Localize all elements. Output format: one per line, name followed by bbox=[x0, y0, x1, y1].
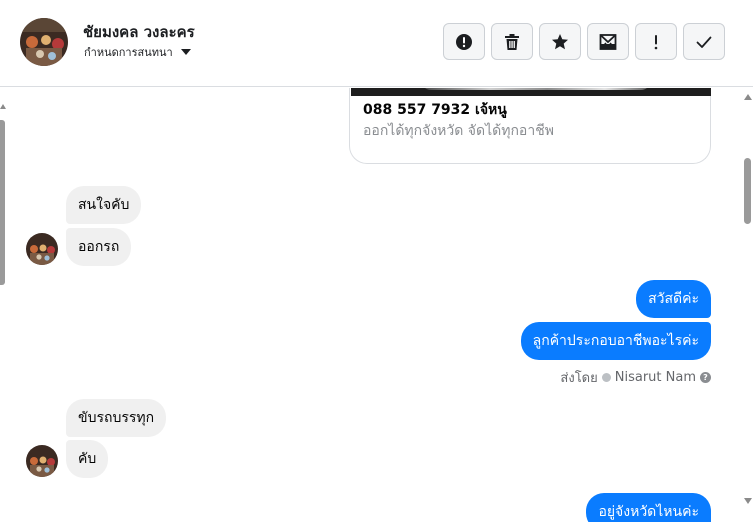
contact-avatar-small bbox=[26, 233, 58, 265]
verified-icon bbox=[601, 373, 611, 382]
exclamation-icon bbox=[654, 34, 658, 49]
outgoing-message[interactable]: อยู่จังหวัดไหนค่ะ bbox=[586, 493, 711, 522]
conversation-schedule-dropdown[interactable]: กำหนดการสนทนา bbox=[84, 43, 191, 61]
mark-unread-button[interactable] bbox=[587, 23, 629, 60]
delete-button[interactable] bbox=[491, 23, 533, 60]
shared-post-image bbox=[351, 88, 711, 96]
message-thread[interactable]: 088 557 7932 เจ้หนู ออกได้ทุกจังหวัด จัด… bbox=[0, 88, 753, 522]
shared-post-card[interactable]: 088 557 7932 เจ้หนู ออกได้ทุกจังหวัด จัด… bbox=[349, 88, 711, 164]
sent-by-label: ส่งโดย bbox=[560, 371, 598, 386]
incoming-message[interactable]: สนใจคับ bbox=[66, 186, 142, 224]
sent-by-name: Nisarut Nam bbox=[614, 370, 696, 385]
mark-unread-icon bbox=[599, 33, 617, 50]
star-icon bbox=[552, 33, 568, 49]
star-button[interactable] bbox=[539, 23, 581, 60]
conversation-window: ชัยมงคล วงละคร กำหนดการสนทนา 088 557 793… bbox=[0, 0, 753, 522]
report-button[interactable] bbox=[635, 23, 677, 60]
scroll-up-arrow-icon[interactable] bbox=[744, 94, 752, 100]
thread-scrollbar[interactable] bbox=[743, 88, 753, 522]
conversation-header: ชัยมงคล วงละคร กำหนดการสนทนา bbox=[0, 0, 753, 87]
outgoing-message[interactable]: ลูกค้าประกอบอาชีพอะไรค่ะ bbox=[520, 322, 711, 360]
shared-post-description: ออกได้ทุกจังหวัด จัดได้ทุกอาชีพ bbox=[363, 123, 554, 139]
mark-spam-button[interactable] bbox=[443, 23, 485, 60]
alert-circle-icon bbox=[456, 33, 472, 50]
caret-down-icon bbox=[180, 49, 191, 55]
mark-done-button[interactable] bbox=[683, 23, 725, 60]
outgoing-message[interactable]: สวัสดีค่ะ bbox=[636, 280, 711, 318]
scroll-down-arrow-icon[interactable] bbox=[744, 498, 752, 504]
contact-avatar[interactable] bbox=[20, 18, 68, 66]
scrollbar-thumb[interactable] bbox=[744, 158, 751, 224]
check-icon bbox=[696, 36, 712, 48]
shared-post-title: 088 557 7932 เจ้หนู bbox=[363, 102, 507, 118]
header-actions bbox=[443, 23, 725, 60]
scroll-up-arrow-icon[interactable] bbox=[0, 104, 6, 109]
conversation-schedule-label: กำหนดการสนทนา bbox=[84, 46, 173, 59]
contact-avatar-small bbox=[26, 445, 58, 477]
incoming-message[interactable]: คับ bbox=[66, 440, 109, 478]
incoming-message[interactable]: ขับรถบรรทุก bbox=[66, 399, 167, 437]
incoming-message[interactable]: ออกรถ bbox=[66, 228, 132, 266]
trash-icon bbox=[505, 33, 519, 50]
side-scrollbar[interactable] bbox=[0, 100, 6, 285]
contact-name[interactable]: ชัยมงคล วงละคร bbox=[83, 20, 195, 44]
scrollbar-thumb[interactable] bbox=[0, 120, 5, 285]
help-icon[interactable]: ? bbox=[700, 372, 711, 383]
sent-by-info: ส่งโดย Nisarut Nam ? bbox=[560, 367, 711, 388]
